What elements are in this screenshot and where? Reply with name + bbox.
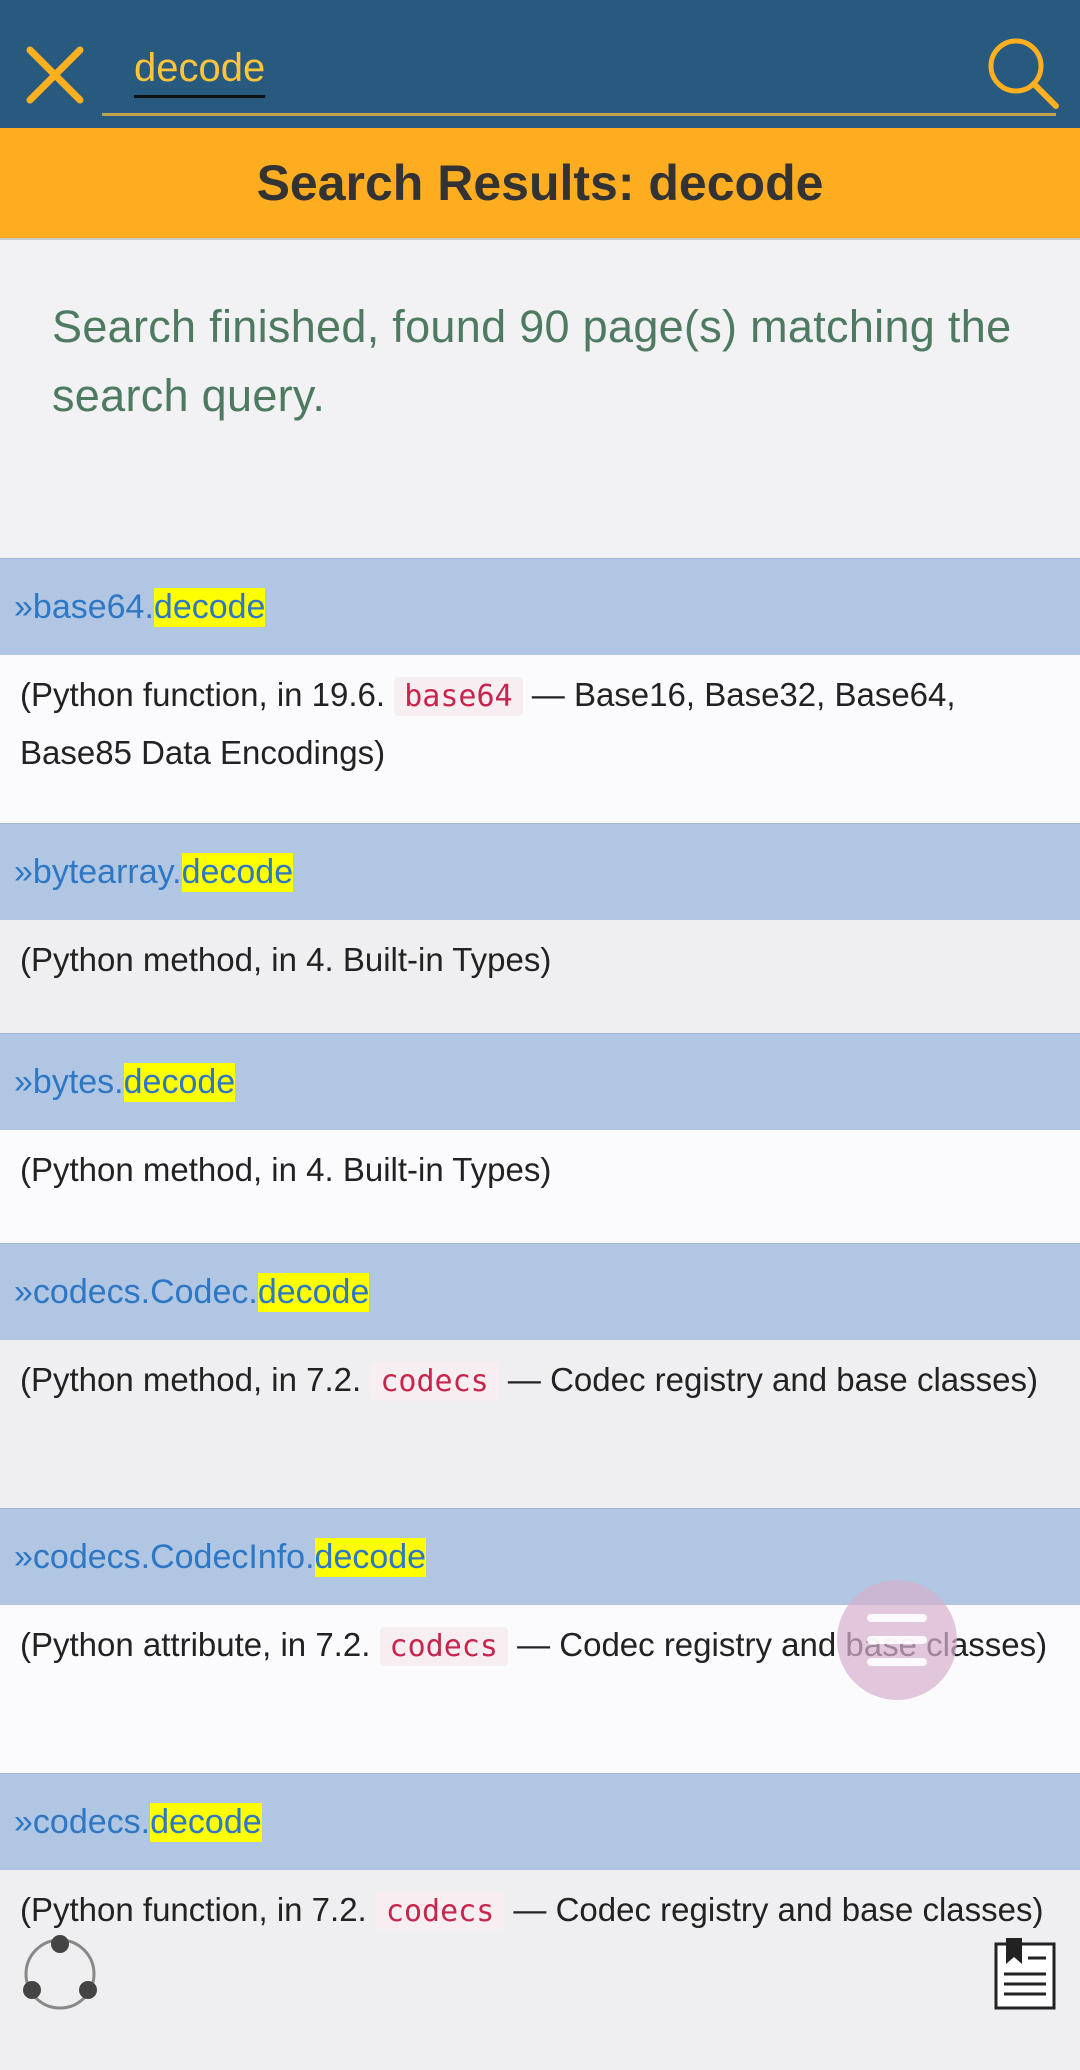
close-icon xyxy=(26,46,84,104)
result-match-highlight: decode xyxy=(123,1062,236,1102)
search-button[interactable] xyxy=(984,34,1062,112)
result-desc-text: — Codec registry and base classes) xyxy=(504,1891,1044,1928)
result-prefix: » xyxy=(14,587,33,626)
result-desc-text: (Python method, in 4. Built-in Types) xyxy=(20,1151,552,1188)
result-object: bytes. xyxy=(32,1062,124,1101)
result-desc-text: (Python function, in 7.2. xyxy=(20,1891,376,1928)
module-code: codecs xyxy=(370,1362,499,1401)
results-banner: Search Results: decode xyxy=(0,128,1080,240)
result-prefix: » xyxy=(14,852,33,891)
module-code: base64 xyxy=(394,677,523,716)
result-match-highlight: decode xyxy=(257,1272,370,1312)
result-object: codecs.Codec. xyxy=(32,1272,258,1311)
result-description: (Python method, in 4. Built-in Types) xyxy=(0,920,1080,1033)
result-object: codecs. xyxy=(32,1802,151,1841)
module-code: codecs xyxy=(379,1627,508,1666)
result-desc-text: (Python method, in 4. Built-in Types) xyxy=(20,941,552,978)
result-object: codecs.CodecInfo. xyxy=(32,1537,315,1576)
result-prefix: » xyxy=(14,1272,33,1311)
search-input-value[interactable]: decode xyxy=(134,46,265,91)
result-prefix: » xyxy=(14,1062,33,1101)
bookmark-icon xyxy=(994,1938,1056,2010)
top-app-bar: decode xyxy=(0,0,1080,128)
result-desc-text: (Python attribute, in 7.2. xyxy=(20,1626,380,1663)
result-title-link[interactable]: » base64. decode xyxy=(0,558,1080,655)
result-description: (Python method, in 7.2. codecs — Codec r… xyxy=(0,1340,1080,1508)
result-desc-text: — Codec registry and base classes) xyxy=(507,1626,1048,1663)
result-description: (Python method, in 4. Built-in Types) xyxy=(0,1130,1080,1243)
search-icon xyxy=(988,38,1059,109)
result-desc-text: — Codec registry and base classes) xyxy=(498,1361,1038,1398)
search-summary: Search finished, found 90 page(s) matchi… xyxy=(52,301,1012,421)
module-code: codecs xyxy=(375,1892,505,1931)
result-title-link[interactable]: » bytearray. decode xyxy=(0,823,1080,920)
result-title-link[interactable]: » bytes. decode xyxy=(0,1033,1080,1130)
search-input[interactable]: decode xyxy=(102,40,1056,116)
result-match-highlight: decode xyxy=(150,1802,262,1842)
share-button[interactable] xyxy=(18,1932,102,2016)
close-search-button[interactable] xyxy=(20,40,90,110)
result-desc-text: (Python function, in 19.6. xyxy=(20,676,395,713)
result-description: (Python function, in 7.2. codecs — Codec… xyxy=(0,1870,1080,2070)
result-object: base64. xyxy=(32,587,154,626)
result-match-highlight: decode xyxy=(181,852,294,892)
floating-menu-button[interactable] xyxy=(837,1580,957,1700)
result-match-highlight: decode xyxy=(314,1537,427,1577)
result-prefix: » xyxy=(14,1537,33,1576)
result-description: (Python function, in 19.6. base64 — Base… xyxy=(0,655,1080,823)
share-icon xyxy=(23,1935,97,2010)
bookmark-button[interactable] xyxy=(992,1936,1058,2012)
result-title-link[interactable]: » codecs. decode xyxy=(0,1773,1080,1870)
result-desc-text: (Python method, in 7.2. xyxy=(20,1361,371,1398)
result-title-link[interactable]: » codecs.Codec. decode xyxy=(0,1243,1080,1340)
result-match-highlight: decode xyxy=(153,587,266,627)
results-list: » base64. decode (Python function, in 19.… xyxy=(0,558,1080,2070)
result-object: bytearray. xyxy=(32,852,182,891)
result-prefix: » xyxy=(14,1802,33,1841)
page-title: Search Results: decode xyxy=(256,155,824,211)
